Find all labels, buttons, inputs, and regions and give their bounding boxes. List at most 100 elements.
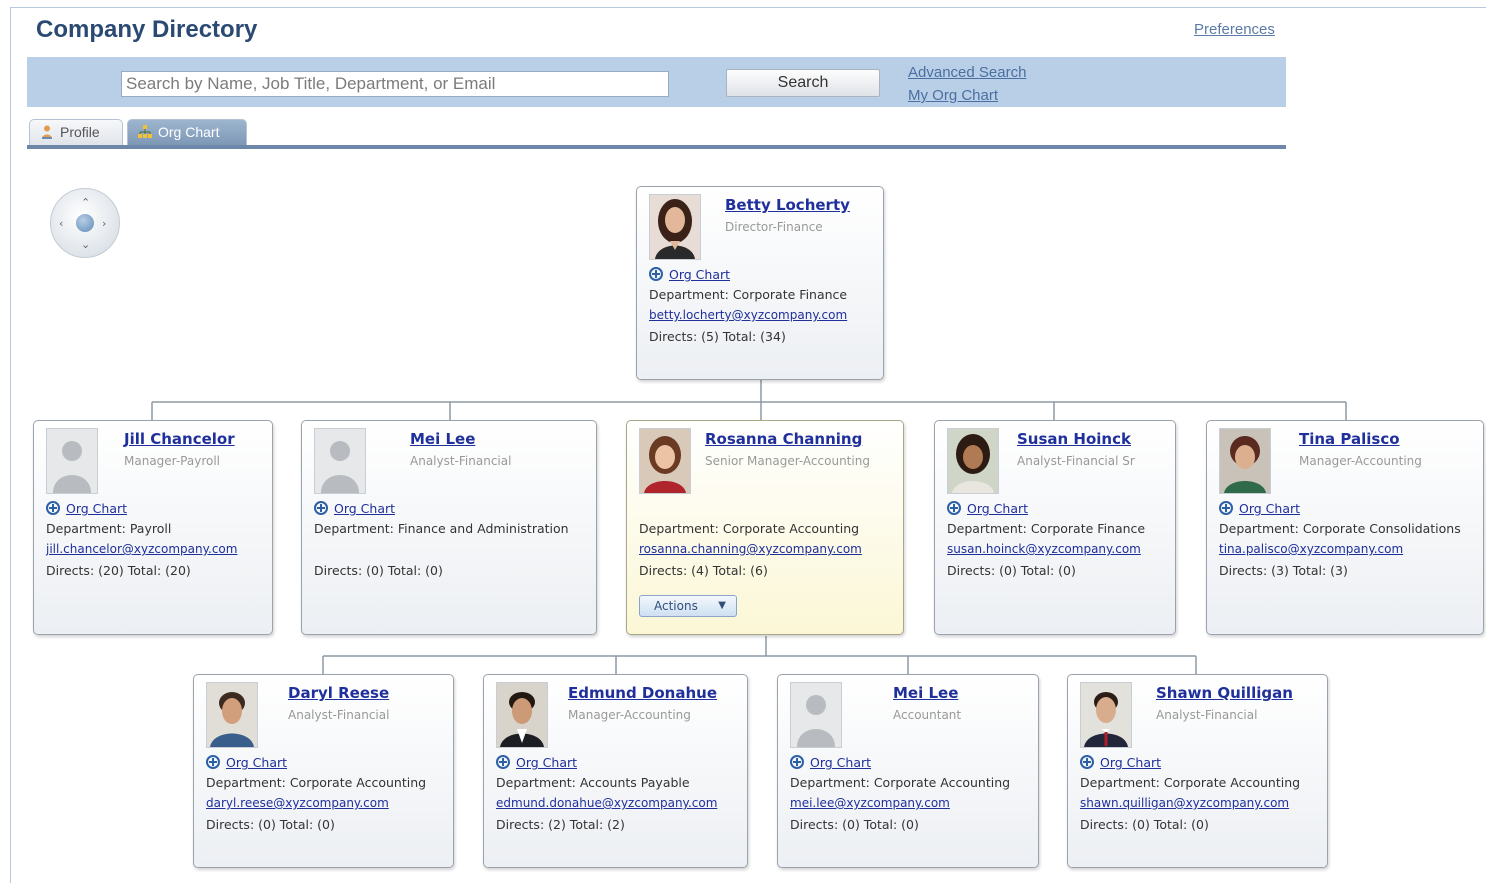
org-chart-link-label[interactable]: Org Chart — [66, 501, 127, 516]
avatar — [1080, 682, 1132, 748]
placeholder-avatar-icon — [791, 683, 841, 747]
person-directs: Directs: (0) Total: (0) — [790, 817, 919, 832]
person-department: Department: Corporate Accounting — [790, 775, 1011, 790]
person-name[interactable]: Rosanna Channing — [705, 430, 862, 448]
person-directs: Directs: (0) Total: (0) — [947, 563, 1076, 578]
person-name[interactable]: Shawn Quilligan — [1156, 684, 1293, 702]
org-chart-plus-icon — [649, 267, 663, 281]
avatar — [947, 428, 999, 494]
org-chart-plus-icon — [790, 755, 804, 769]
org-chart-link[interactable]: Org Chart — [206, 755, 287, 770]
org-chart-link[interactable]: Org Chart — [1080, 755, 1161, 770]
tina-photo — [1220, 429, 1270, 493]
person-directs: Directs: (0) Total: (0) — [314, 563, 443, 578]
person-title: Manager-Payroll — [124, 454, 220, 468]
org-chart-link[interactable]: Org Chart — [790, 755, 871, 770]
person-department: Department: Finance and Administration — [314, 521, 569, 536]
org-chart-plus-icon — [496, 755, 510, 769]
person-card[interactable]: Jill Chancelor Manager-Payroll Org Chart… — [33, 420, 273, 635]
org-chart-link-label[interactable]: Org Chart — [334, 501, 395, 516]
avatar — [649, 194, 701, 260]
person-name[interactable]: Jill Chancelor — [124, 430, 235, 448]
person-card[interactable]: Edmund Donahue Manager-Accounting Org Ch… — [483, 674, 748, 868]
org-chart-plus-icon — [314, 501, 328, 515]
person-department: Department: Payroll — [46, 521, 172, 536]
person-department: Department: Corporate Finance — [649, 287, 848, 302]
person-name[interactable]: Daryl Reese — [288, 684, 389, 702]
person-title: Analyst-Financial — [288, 708, 390, 722]
org-chart-link[interactable]: Org Chart — [496, 755, 577, 770]
person-directs: Directs: (5) Total: (34) — [649, 329, 786, 344]
avatar — [314, 428, 366, 494]
person-email[interactable]: jill.chancelor@xyzcompany.com — [46, 542, 237, 556]
person-title: Analyst-Financial — [410, 454, 512, 468]
avatar — [1219, 428, 1271, 494]
org-chart-link-label[interactable]: Org Chart — [1239, 501, 1300, 516]
org-chart-link[interactable]: Org Chart — [649, 267, 730, 282]
org-chart-plus-icon — [1080, 755, 1094, 769]
person-email[interactable]: rosanna.channing@xyzcompany.com — [639, 542, 862, 556]
person-department: Department: Accounts Payable — [496, 775, 690, 790]
org-chart-link[interactable]: Org Chart — [947, 501, 1028, 516]
person-title: Analyst-Financial Sr — [1017, 454, 1135, 468]
person-name[interactable]: Mei Lee — [410, 430, 475, 448]
person-department: Department: Corporate Consolidations — [1219, 521, 1461, 536]
person-card-selected[interactable]: Rosanna Channing Senior Manager-Accounti… — [626, 420, 904, 635]
org-chart-link[interactable]: Org Chart — [1219, 501, 1300, 516]
person-card[interactable]: Mei Lee Accountant Org Chart Department:… — [777, 674, 1039, 868]
person-department: Department: Corporate Accounting — [639, 521, 860, 536]
person-card[interactable]: Susan Hoinck Analyst-Financial Sr Org Ch… — [934, 420, 1176, 635]
avatar — [790, 682, 842, 748]
edmund-photo — [497, 683, 547, 747]
actions-label: Actions — [654, 599, 698, 613]
org-chart-link-label[interactable]: Org Chart — [1100, 755, 1161, 770]
org-chart-link-label[interactable]: Org Chart — [967, 501, 1028, 516]
org-chart-plus-icon — [947, 501, 961, 515]
person-email[interactable]: susan.hoinck@xyzcompany.com — [947, 542, 1141, 556]
org-chart-link-label[interactable]: Org Chart — [516, 755, 577, 770]
person-name[interactable]: Betty Locherty — [725, 196, 850, 214]
daryl-photo — [207, 683, 257, 747]
person-name[interactable]: Tina Palisco — [1299, 430, 1400, 448]
person-title: Analyst-Financial — [1156, 708, 1258, 722]
person-department: Department: Corporate Accounting — [206, 775, 427, 790]
person-title: Manager-Accounting — [1299, 454, 1422, 468]
org-chart-plus-icon — [1219, 501, 1233, 515]
person-name[interactable]: Edmund Donahue — [568, 684, 717, 702]
org-chart-link-label[interactable]: Org Chart — [226, 755, 287, 770]
person-directs: Directs: (3) Total: (3) — [1219, 563, 1348, 578]
person-title: Director-Finance — [725, 220, 823, 234]
person-email[interactable]: shawn.quilligan@xyzcompany.com — [1080, 796, 1289, 810]
placeholder-avatar-icon — [315, 429, 365, 493]
person-email[interactable]: daryl.reese@xyzcompany.com — [206, 796, 389, 810]
person-directs: Directs: (4) Total: (6) — [639, 563, 768, 578]
person-name[interactable]: Susan Hoinck — [1017, 430, 1131, 448]
org-chart-link[interactable]: Org Chart — [46, 501, 127, 516]
placeholder-avatar-icon — [47, 429, 97, 493]
person-email[interactable]: betty.locherty@xyzcompany.com — [649, 308, 847, 322]
person-directs: Directs: (0) Total: (0) — [206, 817, 335, 832]
manager-photo — [650, 195, 700, 259]
chevron-down-icon: ▼ — [718, 600, 726, 611]
org-chart-plus-icon — [46, 501, 60, 515]
org-chart-link-label[interactable]: Org Chart — [669, 267, 730, 282]
avatar — [639, 428, 691, 494]
person-email[interactable]: tina.palisco@xyzcompany.com — [1219, 542, 1403, 556]
person-email[interactable]: edmund.donahue@xyzcompany.com — [496, 796, 717, 810]
person-card[interactable]: Mei Lee Analyst-Financial Org Chart Depa… — [301, 420, 597, 635]
rosanna-photo — [640, 429, 690, 493]
person-card[interactable]: Tina Palisco Manager-Accounting Org Char… — [1206, 420, 1484, 635]
avatar — [46, 428, 98, 494]
person-email[interactable]: mei.lee@xyzcompany.com — [790, 796, 950, 810]
org-chart-link-label[interactable]: Org Chart — [810, 755, 871, 770]
person-directs: Directs: (0) Total: (0) — [1080, 817, 1209, 832]
manager-card[interactable]: Betty Locherty Director-Finance Org Char… — [636, 186, 884, 380]
org-chart-link[interactable]: Org Chart — [314, 501, 395, 516]
person-title: Accountant — [893, 708, 962, 722]
person-card[interactable]: Shawn Quilligan Analyst-Financial Org Ch… — [1067, 674, 1328, 868]
person-card[interactable]: Daryl Reese Analyst-Financial Org Chart … — [193, 674, 454, 868]
avatar — [496, 682, 548, 748]
person-name[interactable]: Mei Lee — [893, 684, 958, 702]
susan-photo — [948, 429, 998, 493]
actions-dropdown-button[interactable]: Actions ▼ — [639, 595, 737, 617]
